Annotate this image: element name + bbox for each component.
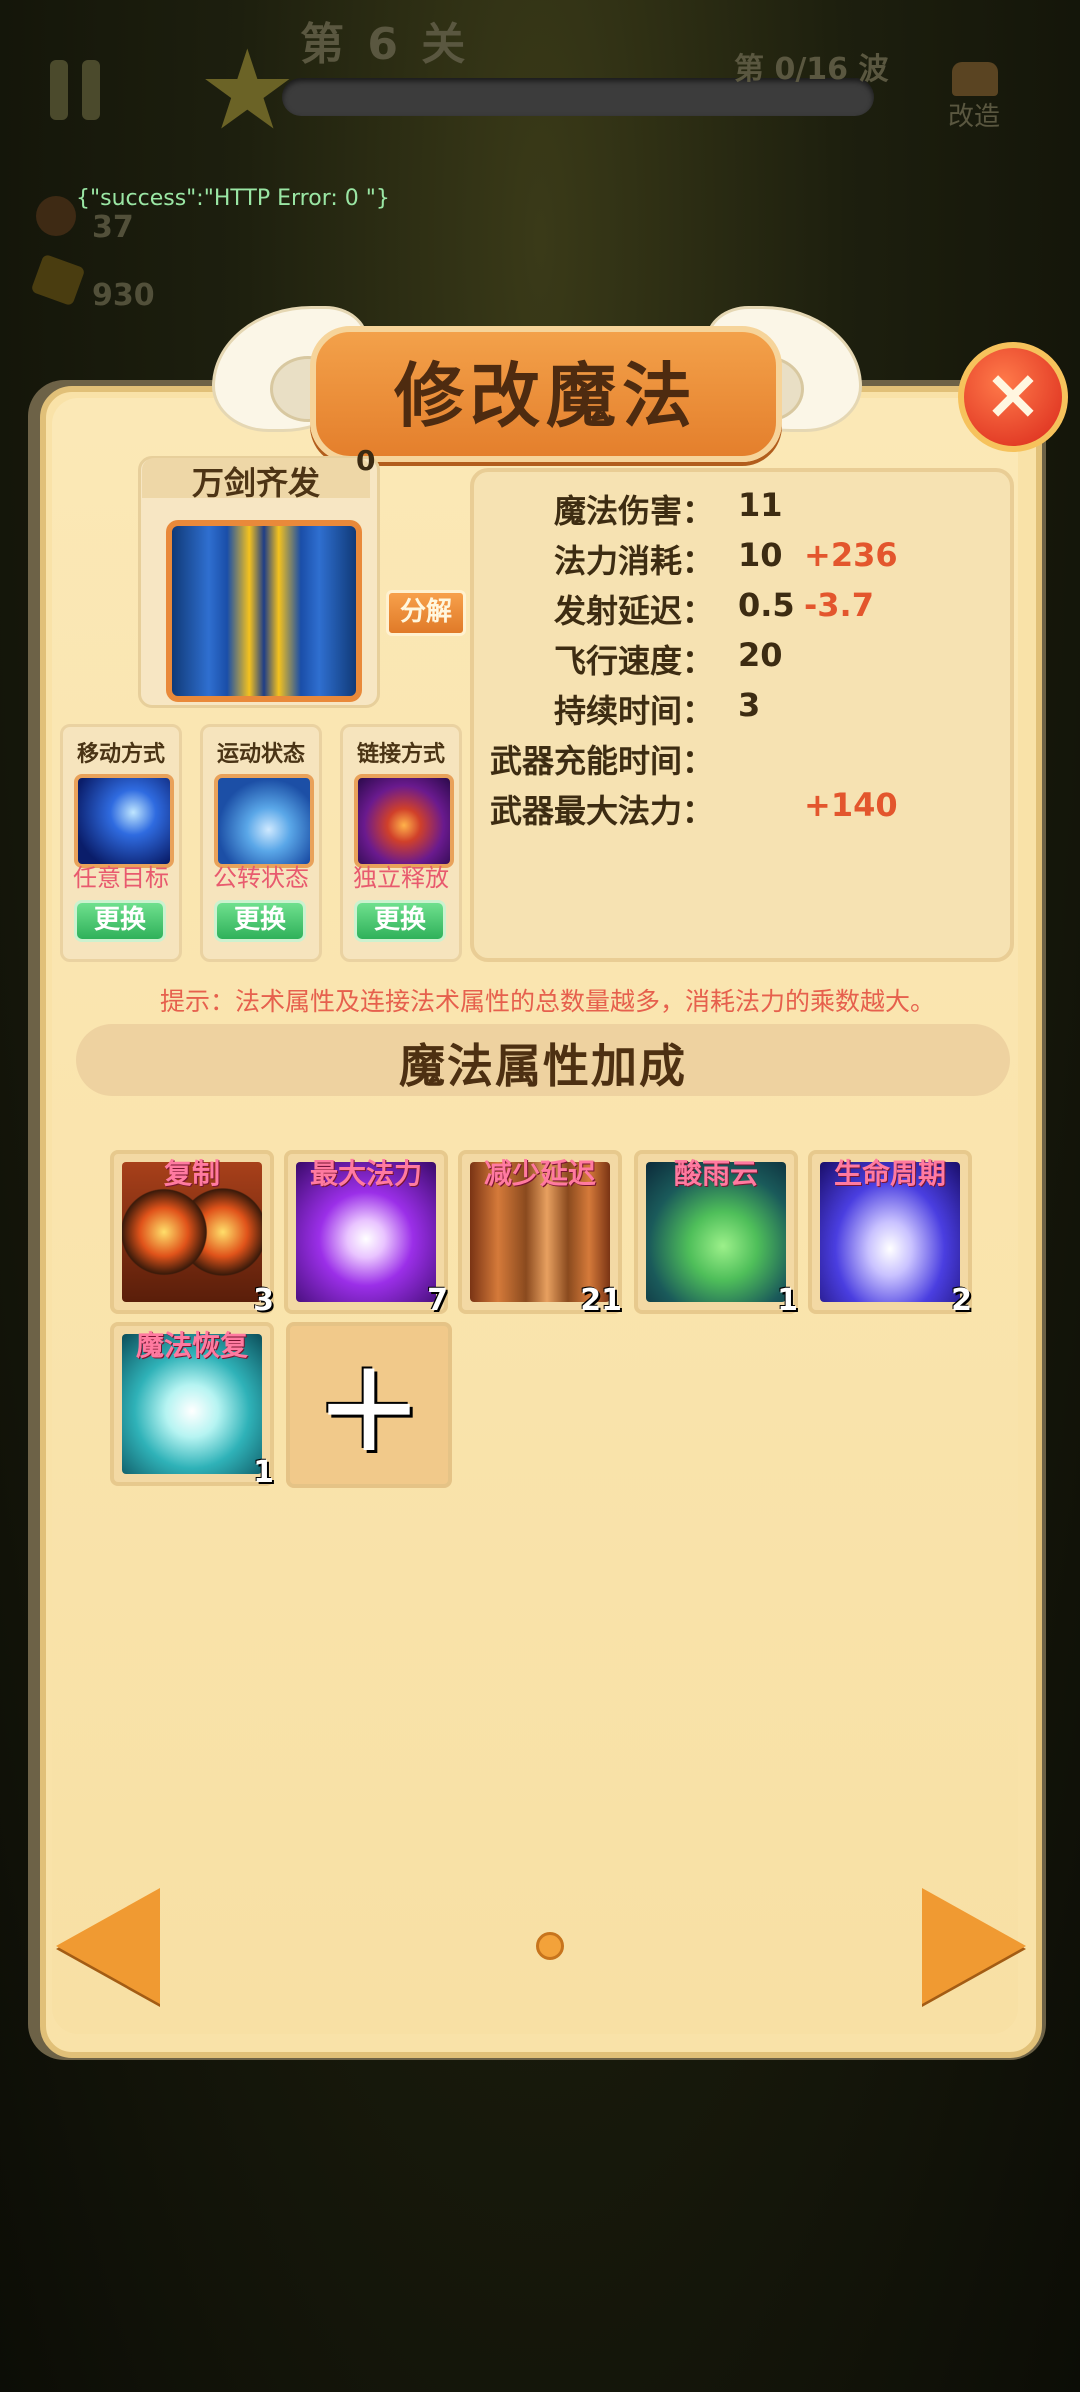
pause-icon <box>50 60 68 120</box>
level-title: 第 6 关 <box>300 19 470 70</box>
pentagram-icon <box>354 774 454 868</box>
resource-1-count: 37 <box>92 210 134 245</box>
slot-title: 链接方式 <box>356 742 445 767</box>
change-link-button[interactable]: 更换 <box>354 900 446 942</box>
attribute-tile[interactable]: 最大法力 7 <box>284 1150 448 1318</box>
sword-rain-icon <box>166 520 362 702</box>
page-indicator-dot <box>536 1932 564 1960</box>
stat-row: 法力消耗： 10 +236 <box>553 536 898 580</box>
slot-value: 任意目标 <box>73 864 169 892</box>
wave-counter: 第 0/16 波 <box>734 52 889 87</box>
error-message: {"success":"HTTP Error: 0 "} <box>76 186 390 211</box>
hint-text: 提示：法术属性及连接法术属性的总数量越多，消耗法力的乘数越大。 <box>160 987 936 1016</box>
add-attribute-button[interactable]: + <box>286 1322 452 1488</box>
stat-row: 发射延迟： 0.5 -3.7 <box>553 586 874 630</box>
section-title: 魔法属性加成 <box>399 1039 687 1093</box>
spell-count: 0 <box>356 444 376 477</box>
resource-orb-icon <box>36 196 76 236</box>
resource-2-count: 930 <box>92 278 155 313</box>
stat-row: 魔法伤害： 11 <box>553 486 783 530</box>
decompose-button[interactable]: 分解 <box>386 590 466 636</box>
close-button[interactable]: × <box>958 342 1068 452</box>
next-page-arrow-icon[interactable] <box>922 1888 1026 2004</box>
stat-row: 持续时间： 3 <box>553 686 761 730</box>
attribute-tile[interactable]: 生命周期 2 <box>808 1150 972 1318</box>
stat-row: 飞行速度： 20 <box>553 636 783 680</box>
modify-icon[interactable] <box>946 52 1002 102</box>
gem-icon <box>30 253 86 307</box>
slot-title: 运动状态 <box>216 742 305 767</box>
slot-value: 独立释放 <box>353 864 449 892</box>
prev-page-arrow-icon[interactable] <box>56 1888 160 2004</box>
modify-label[interactable]: 改造 <box>948 96 1000 133</box>
stat-row: 武器充能时间： <box>489 742 714 780</box>
stat-row: 武器最大法力： +140 <box>489 786 898 830</box>
change-movement-button[interactable]: 更换 <box>74 900 166 942</box>
pause-button[interactable] <box>50 60 106 120</box>
close-icon: × <box>983 353 1043 435</box>
attribute-tile[interactable]: 酸雨云 1 <box>634 1150 798 1318</box>
panel-title: 修改魔法 <box>394 355 698 437</box>
slot-value: 公转状态 <box>213 864 309 892</box>
attribute-tile[interactable]: 复制 3 <box>110 1150 274 1318</box>
plus-icon: + <box>314 1329 424 1481</box>
spell-name: 万剑齐发 <box>191 464 320 502</box>
stats-panel: 魔法伤害： 11 法力消耗： 10 +236 发射延迟： 0.5 -3.7 飞行… <box>470 468 1014 962</box>
attribute-tile[interactable]: 魔法恢复 1 <box>110 1322 274 1490</box>
comet-icon <box>74 774 174 868</box>
attribute-tile[interactable]: 减少延迟 21 <box>458 1150 622 1318</box>
slot-title: 移动方式 <box>76 742 165 767</box>
change-motion-button[interactable]: 更换 <box>214 900 306 942</box>
orbit-clock-icon <box>214 774 314 868</box>
